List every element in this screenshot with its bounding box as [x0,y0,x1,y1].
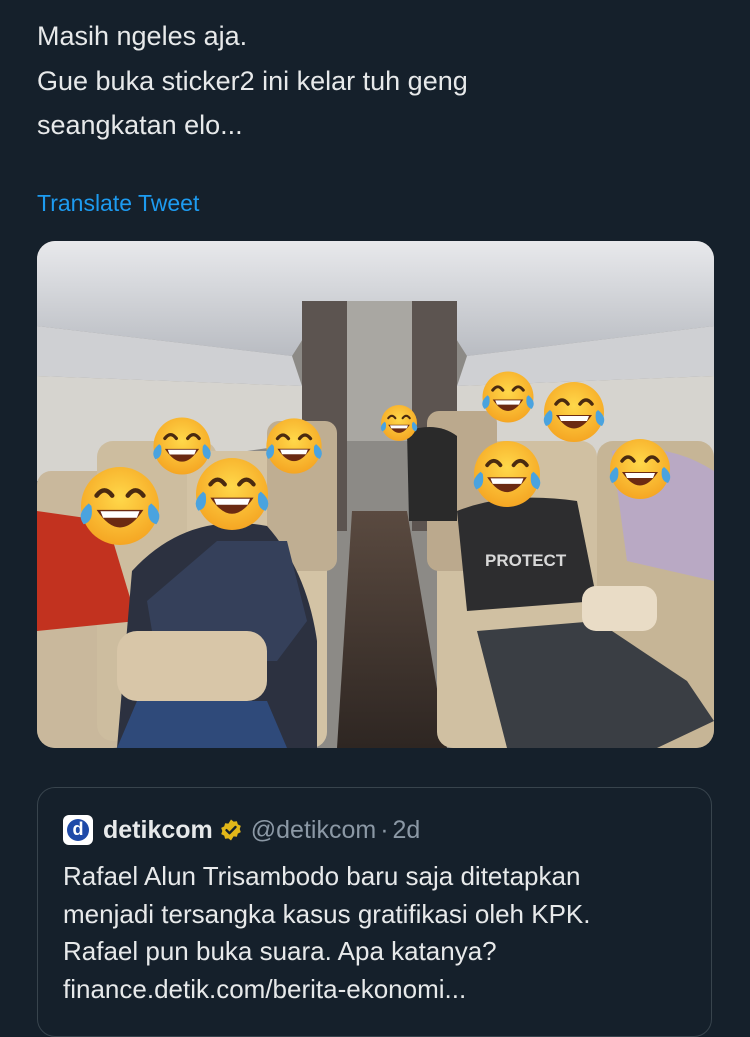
quoted-tweet-header: d detikcom @detikcom · 2d [63,814,420,846]
quoted-tweet-time[interactable]: 2d [393,816,421,845]
avatar[interactable]: d [63,815,93,845]
tweet-text-line: Masih ngeles aja. [37,21,248,51]
separator-dot: · [380,815,389,844]
tweet-text: Masih ngeles aja. Gue buka sticker2 ini … [37,14,717,148]
tweet-text-line: Gue buka sticker2 ini kelar tuh geng [37,65,468,96]
shirt-print-text: PROTECT [485,551,567,570]
tweet-photo[interactable]: PROTECT [37,241,714,748]
tweet-text-line: seangkatan elo... [37,110,243,140]
quoted-tweet[interactable]: d detikcom @detikcom · 2d Rafael Alun Tr… [37,787,712,1037]
airplane-cabin-photo: PROTECT [37,241,714,748]
quoted-text-line: Rafael pun buka suara. Apa katanya? [63,936,497,966]
quoted-text-line: menjadi tersangka kasus gratifikasi oleh… [63,898,591,929]
avatar-letter: d [67,819,89,841]
quoted-author-name[interactable]: detikcom [103,816,213,845]
quoted-tweet-text: Rafael Alun Trisambodo baru saja ditetap… [63,858,703,1008]
translate-tweet-link[interactable]: Translate Tweet [37,190,199,217]
verified-badge-icon [219,818,243,842]
quoted-link[interactable]: finance.detik.com/berita-ekonomi... [63,971,703,1009]
quoted-author-handle[interactable]: @detikcom [251,816,376,845]
quoted-text-line: Rafael Alun Trisambodo baru saja ditetap… [63,861,581,891]
